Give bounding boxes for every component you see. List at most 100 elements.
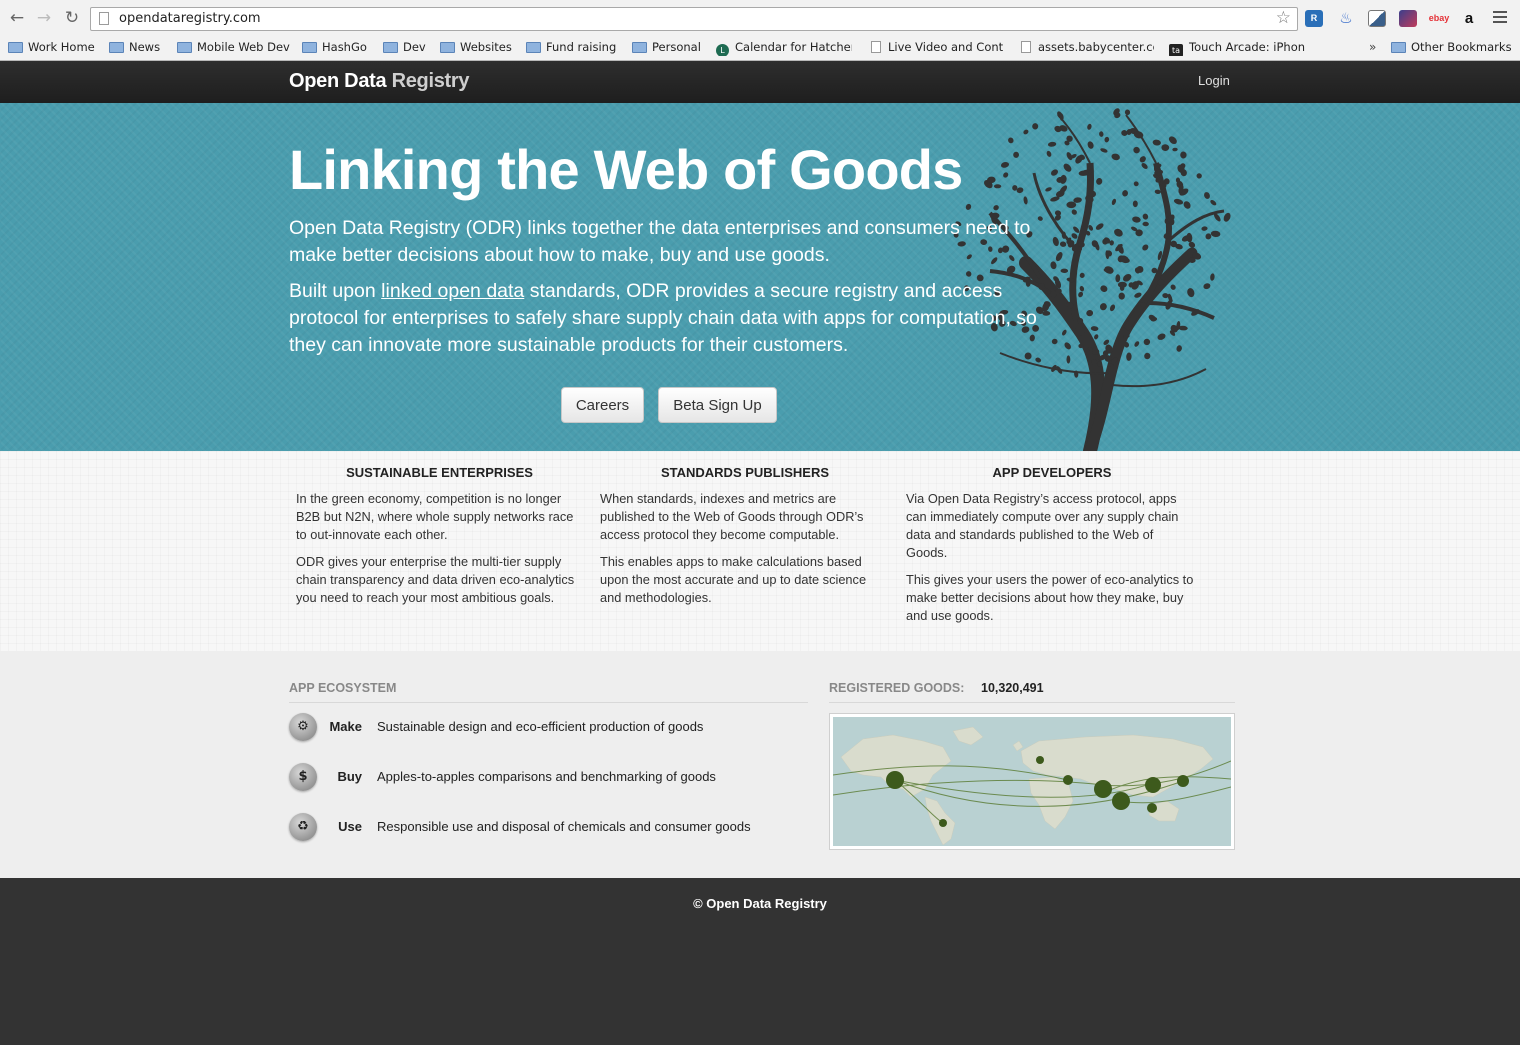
site-logo[interactable]: Open Data Registry [289, 70, 470, 93]
back-icon[interactable]: ← [7, 8, 27, 28]
ecosystem-section: APP ECOSYSTEM ⚙ Make Sustainable design … [0, 651, 1520, 878]
bookmark-item[interactable]: Dev [383, 40, 431, 56]
copyright: © Open Data Registry [693, 896, 827, 911]
feature-text: This enables apps to make calculations b… [600, 554, 867, 605]
bookmarks-bar: Work Home News Mobile Web Dev HashGo Dev… [0, 37, 1520, 59]
ecosystem-item-make: ⚙ Make Sustainable design and eco-effici… [289, 713, 809, 743]
tree-leaf [1000, 162, 1010, 168]
divider [289, 702, 808, 703]
bookmark-item[interactable]: Websites [440, 40, 518, 56]
feature-text: When standards, indexes and metrics are … [600, 491, 864, 542]
folder-icon [526, 42, 541, 53]
bookmarks-overflow-icon[interactable]: » [1369, 40, 1376, 54]
bookmark-star-icon[interactable]: ☆ [1276, 8, 1291, 28]
ebay-icon[interactable]: ebay [1428, 10, 1450, 27]
tree-leaf [1013, 151, 1020, 158]
tree-leaf [1134, 341, 1140, 347]
bookmark-item[interactable]: Work Home [8, 40, 100, 56]
tree-leaf [1045, 187, 1052, 192]
tree-leaf [1126, 352, 1132, 361]
careers-button[interactable]: Careers [561, 387, 644, 423]
bookmark-item[interactable]: Mobile Web Dev [177, 40, 292, 56]
tree-leaf [1196, 173, 1202, 179]
linked-open-data-link[interactable]: linked open data [381, 280, 524, 302]
folder-icon [1391, 42, 1406, 53]
tree-leaf [1062, 329, 1067, 336]
flame-icon[interactable]: ♨ [1337, 10, 1355, 27]
page-icon [99, 12, 109, 25]
bookmark-item[interactable]: L Calendar for Hatcher [716, 40, 852, 56]
hero-intro: Open Data Registry (ODR) links together … [289, 217, 1031, 266]
world-map[interactable] [829, 713, 1235, 850]
ecosystem-heading: APP ECOSYSTEM [289, 681, 397, 695]
touch-arcade-icon: ta [1169, 44, 1183, 56]
tree-leaf [1210, 230, 1221, 238]
world-map-graphic [833, 717, 1231, 846]
tree-leaf [1047, 141, 1057, 147]
page-icon [871, 41, 881, 53]
login-link[interactable]: Login [1198, 73, 1230, 88]
bookmark-item[interactable]: assets.babycenter.co [1021, 40, 1154, 56]
reload-icon[interactable]: ↻ [62, 8, 82, 28]
tree-leaf [1134, 292, 1142, 298]
tree-leaf [1104, 136, 1110, 143]
tree-illustration [953, 108, 1231, 451]
tree-leaf [1096, 178, 1103, 185]
feedly-icon[interactable] [1399, 10, 1417, 27]
tree-leaf [1142, 244, 1149, 251]
site-navbar: Open Data Registry Login [0, 61, 1520, 103]
tree-leaf [1132, 216, 1141, 223]
tree-leaf [1144, 352, 1151, 360]
screenshot-icon[interactable] [1368, 10, 1386, 27]
divider [829, 702, 1235, 703]
tree-leaf [1133, 146, 1140, 154]
tree-leaf [1152, 139, 1161, 146]
tree-leaf [1066, 355, 1071, 364]
tree-leaf [965, 203, 972, 210]
bookmark-item[interactable]: Personal [632, 40, 707, 56]
bookmark-label: Fund raising [546, 40, 617, 54]
bookmark-label: HashGo [322, 40, 367, 54]
ecosystem-item-buy: $ Buy Apples-to-apples comparisons and b… [289, 763, 809, 793]
tree-leaf [1023, 129, 1029, 135]
other-bookmarks[interactable]: Other Bookmarks [1391, 40, 1511, 56]
folder-icon [109, 42, 124, 53]
tree-leaf [1141, 163, 1148, 169]
bookmark-item[interactable]: Live Video and Conti [871, 40, 1003, 56]
registered-goods-label: REGISTERED GOODS: [829, 681, 965, 695]
tree-leaf [1008, 137, 1014, 144]
bookmark-label: Touch Arcade: iPhon [1189, 40, 1305, 54]
tree-leaf [1086, 309, 1094, 317]
bookmark-item[interactable]: HashGo [302, 40, 374, 56]
beta-signup-button[interactable]: Beta Sign Up [658, 387, 777, 423]
forward-icon[interactable]: → [34, 8, 54, 28]
tree-leaf [1170, 284, 1176, 290]
tree-leaf [1003, 172, 1009, 178]
tree-leaf [1071, 233, 1078, 239]
feature-title: SUSTAINABLE ENTERPRISES [346, 465, 533, 480]
feature-text: This gives your users the power of eco-a… [906, 572, 1194, 623]
bookmark-label: Live Video and Conti [888, 40, 1003, 54]
browser-chrome: ← → ↻ opendataregistry.com ☆ R ♨ ebay a … [0, 0, 1520, 61]
bookmark-item[interactable]: News [109, 40, 167, 56]
calendar-icon: L [716, 44, 729, 56]
readability-icon[interactable]: R [1305, 10, 1323, 27]
address-bar[interactable]: opendataregistry.com ☆ [90, 7, 1298, 31]
tree-leaf [1050, 169, 1059, 176]
brand-text: Open Data [289, 70, 387, 92]
brand-text-accent: Registry [391, 70, 470, 92]
bookmark-item[interactable]: Fund raising [526, 40, 624, 56]
folder-icon [8, 42, 23, 53]
menu-icon[interactable] [1493, 11, 1507, 23]
tree-leaf [1173, 198, 1184, 205]
bookmark-label: Work Home [28, 40, 95, 54]
tree-leaf [1210, 200, 1217, 206]
folder-icon [177, 42, 192, 53]
tree-leaf [1059, 241, 1067, 247]
tree-leaf [1210, 273, 1215, 281]
amazon-icon[interactable]: a [1460, 10, 1478, 27]
address-url[interactable]: opendataregistry.com [119, 11, 261, 26]
ecosystem-label: Make [329, 719, 362, 734]
bookmark-item[interactable]: ta Touch Arcade: iPhon [1169, 40, 1305, 56]
ecosystem-description: Responsible use and disposal of chemical… [377, 819, 751, 834]
